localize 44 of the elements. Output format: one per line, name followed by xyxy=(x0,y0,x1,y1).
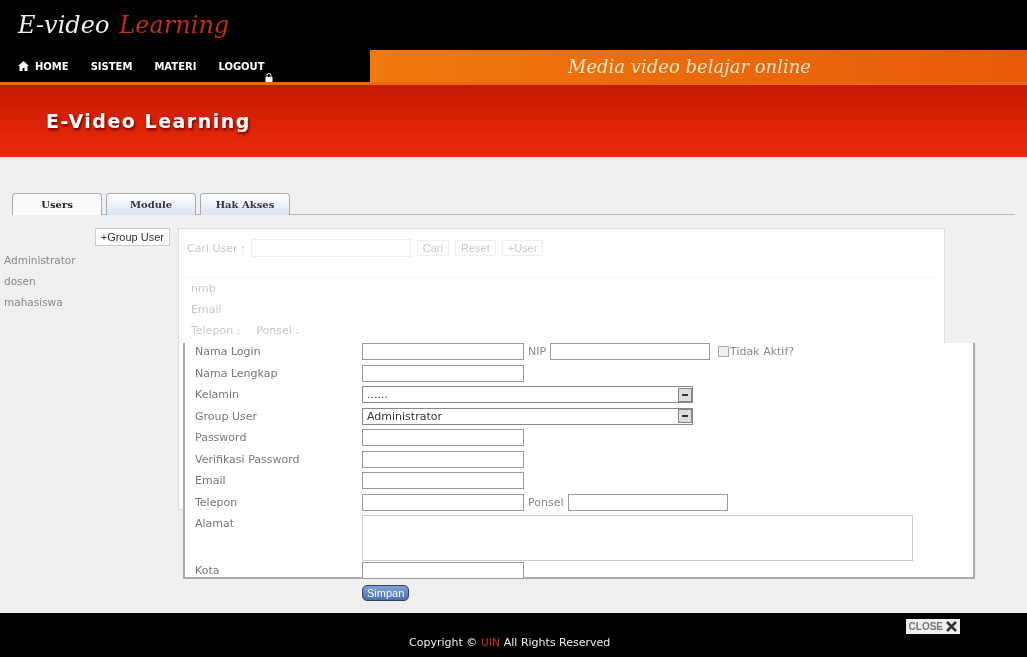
save-button[interactable]: Simpan xyxy=(362,584,410,601)
dropdown-icon[interactable] xyxy=(678,409,692,423)
checkbox[interactable] xyxy=(718,346,730,357)
field-label: Verifikasi Password xyxy=(195,451,301,466)
lock-icon xyxy=(264,72,273,82)
select-field[interactable]: Administrator xyxy=(362,407,693,425)
copyright-text: Copyright © UIN All Rights Reserved xyxy=(409,636,611,649)
close-button[interactable]: CLOSE xyxy=(905,619,960,634)
field-label: Telepon xyxy=(195,494,239,509)
add-group-button[interactable]: +Group User xyxy=(94,228,170,246)
field-label: Password xyxy=(195,430,248,444)
nav-link[interactable]: MATERI xyxy=(154,60,197,72)
address-field[interactable] xyxy=(362,515,913,561)
field-label: Group User xyxy=(195,408,259,423)
field-label: Email xyxy=(195,473,227,487)
field-label: Kelamin xyxy=(195,387,240,401)
field-label: Nama Lengkap xyxy=(195,365,279,380)
input-field[interactable] xyxy=(362,562,524,579)
select-value: ...... xyxy=(367,388,388,401)
select-value: Administrator xyxy=(367,409,442,423)
tab[interactable]: Users xyxy=(12,193,102,215)
select-field[interactable]: ...... xyxy=(362,386,693,403)
input-field[interactable] xyxy=(362,343,524,360)
home-icon xyxy=(18,61,29,71)
dropdown-icon[interactable] xyxy=(678,387,692,402)
tab[interactable]: Module xyxy=(106,193,196,215)
banner-title: E-Video Learning xyxy=(46,110,251,132)
logo-text: Learning xyxy=(119,11,230,39)
tab[interactable]: Hak Akses xyxy=(200,193,290,215)
field-label: Nama Login xyxy=(195,344,262,358)
nav-link[interactable]: LOGOUT xyxy=(218,60,265,72)
nav-link[interactable]: SISTEM xyxy=(90,60,133,72)
input-field[interactable] xyxy=(362,472,524,489)
field-label: Alamat xyxy=(195,516,236,530)
logo-text: E-video xyxy=(18,11,110,39)
input-field[interactable] xyxy=(362,429,524,446)
field-label: Ponsel xyxy=(528,495,564,509)
input-field[interactable] xyxy=(550,343,711,360)
field-label: Kota xyxy=(195,563,221,577)
nav-link[interactable]: HOME xyxy=(18,60,69,72)
field-label: NIP xyxy=(528,345,547,358)
tagline: Media video belajar online xyxy=(568,55,811,77)
checkbox-label: Tidak Aktif? xyxy=(730,345,795,358)
close-icon xyxy=(946,621,957,632)
